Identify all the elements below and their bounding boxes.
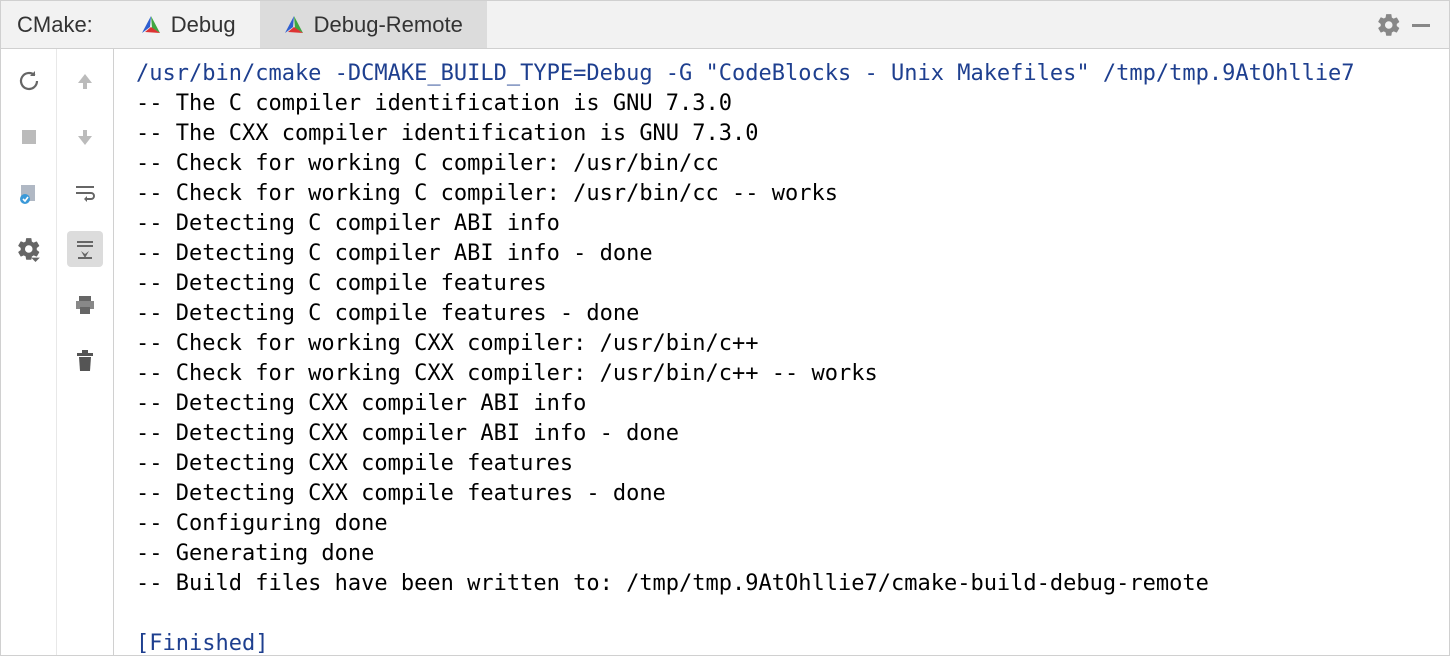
console-line: -- The CXX compiler identification is GN… <box>136 121 759 146</box>
console-line: -- Detecting C compiler ABI info - done <box>136 241 653 266</box>
build-icon[interactable] <box>11 175 47 211</box>
cmake-console-output[interactable]: /usr/bin/cmake -DCMAKE_BUILD_TYPE=Debug … <box>114 49 1449 655</box>
cmake-sidebar <box>1 49 114 655</box>
console-command-line: /usr/bin/cmake -DCMAKE_BUILD_TYPE=Debug … <box>136 61 1355 86</box>
tab-debug[interactable]: Debug <box>117 1 260 48</box>
console-line: -- Detecting C compiler ABI info <box>136 211 560 236</box>
console-line: -- Detecting C compile features <box>136 271 547 296</box>
console-line: -- Check for working C compiler: /usr/bi… <box>136 151 719 176</box>
tab-debug-remote[interactable]: Debug-Remote <box>260 1 487 48</box>
up-arrow-button[interactable] <box>67 63 103 99</box>
console-line: -- Detecting CXX compile features - done <box>136 481 666 506</box>
cmake-icon <box>284 15 304 35</box>
console-line: -- Check for working C compiler: /usr/bi… <box>136 181 838 206</box>
console-line: -- Detecting CXX compiler ABI info - don… <box>136 421 679 446</box>
toolwindow-title: CMake: <box>17 12 93 38</box>
scroll-to-end-button[interactable] <box>67 231 103 267</box>
tab-label: Debug-Remote <box>314 12 463 38</box>
console-status: [Finished] <box>136 631 268 655</box>
console-line: -- Check for working CXX compiler: /usr/… <box>136 331 759 356</box>
tab-label: Debug <box>171 12 236 38</box>
console-line: -- Build files have been written to: /tm… <box>136 571 1209 596</box>
console-line: -- Configuring done <box>136 511 388 536</box>
console-line: -- Generating done <box>136 541 374 566</box>
settings-icon[interactable] <box>1373 9 1405 41</box>
reload-button[interactable] <box>11 63 47 99</box>
console-line: -- Detecting CXX compiler ABI info <box>136 391 586 416</box>
soft-wrap-button[interactable] <box>67 175 103 211</box>
stop-button[interactable] <box>11 119 47 155</box>
console-line: -- Detecting C compile features - done <box>136 301 639 326</box>
console-line: -- Detecting CXX compile features <box>136 451 573 476</box>
clear-button[interactable] <box>67 343 103 379</box>
cmake-icon <box>141 15 161 35</box>
print-button[interactable] <box>67 287 103 323</box>
down-arrow-button[interactable] <box>67 119 103 155</box>
console-line: -- Check for working CXX compiler: /usr/… <box>136 361 878 386</box>
cmake-settings-button[interactable] <box>11 231 47 267</box>
cmake-toolwindow-header: CMake: Debug Debug-Remote <box>1 1 1449 49</box>
minimize-icon[interactable] <box>1405 9 1437 41</box>
console-line: -- The C compiler identification is GNU … <box>136 91 732 116</box>
